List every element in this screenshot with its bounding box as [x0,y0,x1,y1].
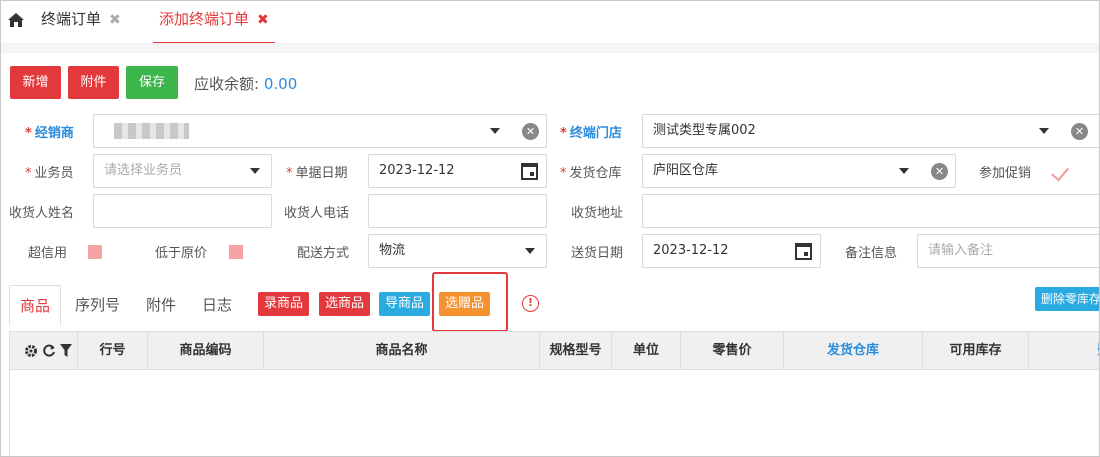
home-icon[interactable] [7,11,25,29]
receiver-address-label: 收货地址 [571,206,624,221]
col-sku[interactable]: 商品编码 [148,332,264,370]
remark-placeholder: 请输入备注 [928,243,994,258]
tab-label: 终端订单 [41,10,102,28]
salesman-placeholder: 请选择业务员 [104,163,183,178]
delivery-label: 配送方式 [297,246,350,261]
highlight-box [432,272,508,332]
receiver-phone-input[interactable] [368,194,547,228]
salesman-select[interactable]: 请选择业务员 [93,154,272,188]
balance-value: 0.00 [263,75,298,93]
grid-tools [10,332,78,370]
delete-zero-stock-button[interactable]: 删除零库存 [1035,287,1099,311]
subtab-serial[interactable]: 序列号 [75,285,120,325]
receiver-name-label: 收货人姓名 [9,206,75,221]
close-icon[interactable]: ✖ [109,2,121,38]
balance-label: 应收余额: [194,75,260,93]
calendar-icon[interactable] [795,243,812,260]
date-input[interactable]: 2023-12-12 [368,154,547,188]
enter-goods-button[interactable]: 录商品 [258,292,310,316]
page-frame: 终端订单 ✖ 添加终端订单 ✖ 新增 附件 保存 应收余额: 0.00 * 经销商 ✕… [0,0,1100,457]
tab-add-terminal-order[interactable]: 添加终端订单 ✖ [153,1,275,44]
store-select[interactable]: 测试类型专属002 ✕ [642,114,1099,148]
delivery-select[interactable]: 物流 [368,234,547,268]
remark-label: 备注信息 [845,246,898,261]
blurred-dealer-name [114,123,189,139]
balance-display: 应收余额: 0.00 [194,73,297,94]
store-label: * 终端门店 [560,126,622,141]
tab-label: 添加终端订单 [159,10,250,28]
chevron-down-icon [525,248,535,254]
over-credit-indicator [88,245,102,259]
filter-icon[interactable] [60,344,72,358]
info-icon[interactable]: ! [522,295,539,312]
chevron-down-icon [490,128,500,134]
select-goods-button[interactable]: 选商品 [319,292,371,316]
refresh-icon[interactable] [42,344,56,358]
chevron-down-icon [899,168,909,174]
over-credit-label: 超信用 [28,246,68,261]
col-ship-warehouse[interactable]: 发货仓库 [784,332,923,370]
remark-input[interactable]: 请输入备注 [917,234,1099,268]
goods-grid: 行号 商品编码 商品名称 规格型号 单位 零售价 发货仓库 可用库存 数 [9,331,1099,456]
promo-label: 参加促销 [979,166,1032,181]
attachment-button[interactable]: 附件 [68,66,119,99]
col-product-name[interactable]: 商品名称 [264,332,540,370]
col-unit[interactable]: 单位 [612,332,681,370]
clear-icon[interactable]: ✕ [1071,123,1088,140]
col-spec[interactable]: 规格型号 [540,332,612,370]
delivery-value: 物流 [379,243,406,258]
clear-icon[interactable]: ✕ [522,123,539,140]
below-price-indicator [229,245,243,259]
warehouse-label: * 发货仓库 [560,166,622,181]
ship-date-value: 2023-12-12 [653,243,729,258]
below-price-label: 低于原价 [155,246,208,261]
chevron-down-icon [1039,128,1049,134]
ship-date-input[interactable]: 2023-12-12 [642,234,821,268]
receiver-address-input[interactable] [642,194,1099,228]
subtab-log[interactable]: 日志 [202,285,232,325]
warehouse-select[interactable]: 庐阳区仓库 ✕ [642,154,956,188]
ship-date-label: 送货日期 [571,246,624,261]
new-button[interactable]: 新增 [10,66,61,99]
gear-icon[interactable] [24,344,38,358]
close-icon[interactable]: ✖ [257,2,269,38]
dealer-select[interactable]: ✕ [93,114,547,148]
clear-icon[interactable]: ✕ [931,163,948,180]
date-value: 2023-12-12 [379,163,455,178]
save-button[interactable]: 保存 [126,66,178,99]
col-quantity[interactable]: 数 [1029,332,1099,370]
salesman-label: * 业务员 [25,166,74,181]
tab-strip [1,43,1099,53]
tab-bar: 终端订单 ✖ 添加终端订单 ✖ [1,1,1099,53]
chevron-down-icon [250,168,260,174]
import-goods-button[interactable]: 导商品 [379,292,431,316]
grid-header: 行号 商品编码 商品名称 规格型号 单位 零售价 发货仓库 可用库存 数 [10,332,1099,370]
subtab-attachment[interactable]: 附件 [146,285,176,325]
promo-checkbox[interactable] [1051,162,1069,182]
col-row-no[interactable]: 行号 [78,332,148,370]
warehouse-value: 庐阳区仓库 [653,163,719,178]
calendar-icon[interactable] [521,163,538,180]
dealer-label: * 经销商 [25,126,74,141]
col-retail-price[interactable]: 零售价 [681,332,784,370]
receiver-name-input[interactable] [93,194,272,228]
tab-terminal-orders[interactable]: 终端订单 ✖ [41,1,121,43]
col-available-stock[interactable]: 可用库存 [923,332,1029,370]
store-value: 测试类型专属002 [653,123,756,138]
receiver-phone-label: 收货人电话 [284,206,350,221]
date-label: * 单据日期 [286,166,348,181]
subtab-goods[interactable]: 商品 [9,285,62,325]
